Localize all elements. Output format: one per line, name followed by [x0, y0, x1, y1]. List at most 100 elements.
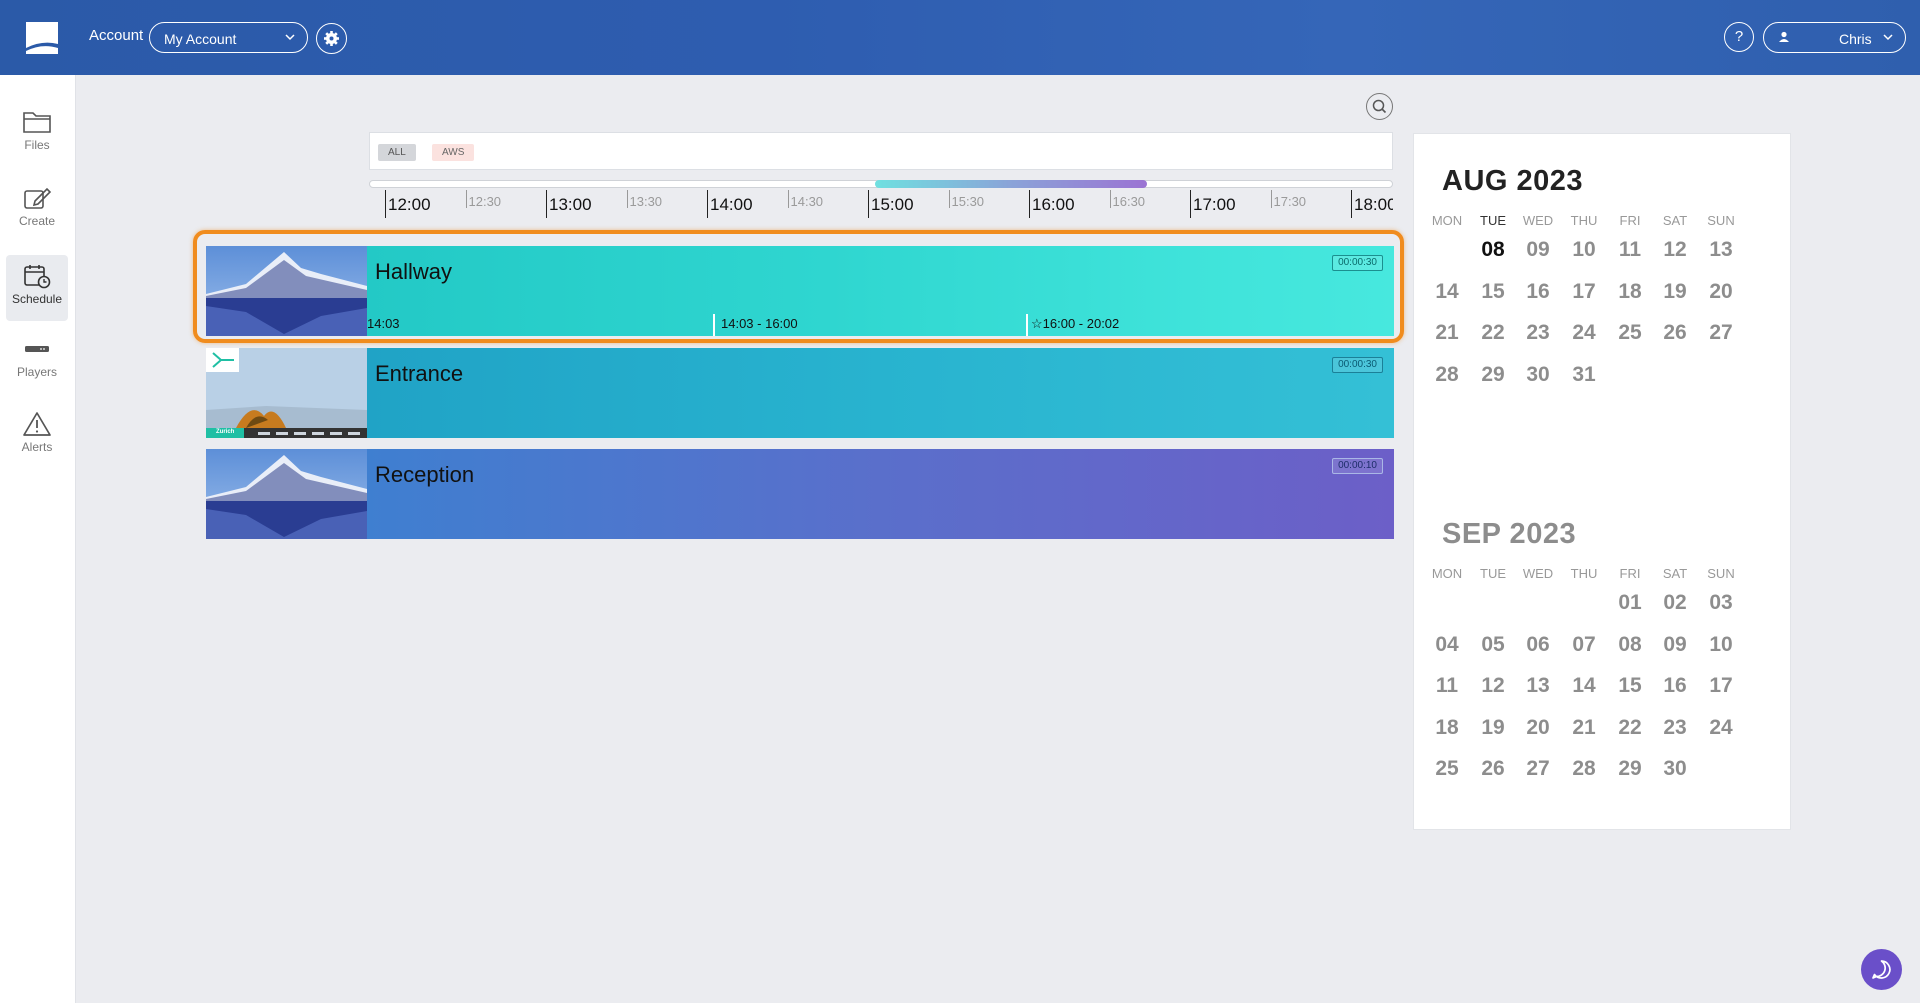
tick-line: [626, 190, 628, 208]
tick-label: 15:30: [951, 194, 985, 209]
folder-icon: [23, 112, 51, 133]
player-row-reception[interactable]: Reception 00:00:10: [206, 449, 1394, 539]
calendar-day[interactable]: 10: [1698, 633, 1744, 657]
calendar-day[interactable]: 04: [1424, 633, 1470, 657]
schedule-band[interactable]: [367, 449, 1394, 539]
calendar-day[interactable]: 16: [1652, 674, 1698, 698]
calendar-day[interactable]: 15: [1470, 280, 1516, 304]
calendar-day[interactable]: 12: [1652, 238, 1698, 262]
calendar-day[interactable]: 07: [1561, 633, 1607, 657]
sidebar-item-files[interactable]: Files: [6, 101, 68, 167]
player-name: Reception: [375, 462, 475, 487]
duration-badge: 00:00:10: [1332, 458, 1383, 474]
chevron-down-icon: [1883, 34, 1893, 41]
calendar-day[interactable]: 11: [1424, 674, 1470, 698]
calendar-day[interactable]: 30: [1515, 363, 1561, 387]
calendar-day[interactable]: 02: [1652, 591, 1698, 615]
calendar-day[interactable]: 28: [1561, 757, 1607, 781]
calendar-day[interactable]: 17: [1698, 674, 1744, 698]
calendar-day[interactable]: 09: [1652, 633, 1698, 657]
calendar-day[interactable]: 05: [1470, 633, 1516, 657]
sidebar-item-label: Players: [16, 365, 57, 379]
month-title: SEP 2023: [1442, 518, 1577, 550]
calendar-day[interactable]: 03: [1698, 591, 1744, 615]
calendar-day[interactable]: 17: [1561, 280, 1607, 304]
thumbnail-caption: Zurich: [216, 429, 235, 435]
calendar-day[interactable]: 09: [1515, 238, 1561, 262]
tick-line: [948, 190, 950, 208]
tick-label: 12:30: [468, 194, 502, 209]
calendar-day[interactable]: 28: [1424, 363, 1470, 387]
calendar-panel: AUG 2023 SEP 2023 MON TUE WED THU FRI SAT SUN 0…: [1413, 133, 1791, 830]
calendar-day[interactable]: 24: [1561, 321, 1607, 345]
chat-bubble-icon: [1872, 960, 1891, 979]
help-button[interactable]: ?: [1724, 22, 1754, 52]
app-logo-icon[interactable]: [22, 18, 62, 58]
calendar-day[interactable]: 18: [1424, 716, 1470, 740]
calendar-day[interactable]: 08: [1470, 238, 1516, 262]
calendar-day[interactable]: 23: [1515, 321, 1561, 345]
calendar-day[interactable]: 25: [1424, 757, 1470, 781]
calendar-day[interactable]: 12: [1470, 674, 1516, 698]
sidebar-item-label: Files: [24, 138, 50, 152]
calendar-day[interactable]: 20: [1515, 716, 1561, 740]
sidebar: Files Create Schedule Players Alerts: [0, 75, 76, 1003]
calendar-day[interactable]: 06: [1515, 633, 1561, 657]
account-select-value: My Account: [164, 31, 237, 47]
calendar-day[interactable]: 25: [1607, 321, 1653, 345]
sidebar-item-players[interactable]: Players: [6, 328, 68, 394]
calendar-day[interactable]: 13: [1698, 238, 1744, 262]
calendar-day[interactable]: 27: [1698, 321, 1744, 345]
calendar-day[interactable]: 01: [1607, 591, 1653, 615]
sidebar-item-create[interactable]: Create: [6, 177, 68, 243]
calendar-day[interactable]: 08: [1607, 633, 1653, 657]
calendar-day[interactable]: 13: [1515, 674, 1561, 698]
user-menu[interactable]: Chris: [1763, 22, 1906, 53]
player-device-icon: [25, 346, 49, 352]
tick-label: 16:00: [1032, 195, 1075, 214]
calendar-clock-icon: [24, 265, 51, 289]
calendar-day[interactable]: 26: [1652, 321, 1698, 345]
account-select[interactable]: My Account: [149, 22, 308, 53]
calendar-day[interactable]: 29: [1470, 363, 1516, 387]
calendar-day[interactable]: 14: [1424, 280, 1470, 304]
calendar-day[interactable]: 24: [1698, 716, 1744, 740]
chat-button[interactable]: [1861, 949, 1902, 990]
calendar-day[interactable]: 14: [1561, 674, 1607, 698]
calendar-day[interactable]: 21: [1561, 716, 1607, 740]
zoom-button[interactable]: [1366, 93, 1393, 120]
calendar-day[interactable]: 10: [1561, 238, 1607, 262]
sidebar-item-schedule[interactable]: Schedule: [6, 255, 68, 321]
calendar-day[interactable]: 23: [1652, 716, 1698, 740]
calendar-day[interactable]: 19: [1470, 716, 1516, 740]
tick-label: 17:00: [1193, 195, 1236, 214]
tick-line: [1190, 190, 1191, 218]
calendar-day[interactable]: 18: [1607, 280, 1653, 304]
calendar-day[interactable]: 22: [1607, 716, 1653, 740]
calendar-day[interactable]: 21: [1424, 321, 1470, 345]
tick-label: 18:00: [1354, 195, 1393, 214]
calendar-day[interactable]: 11: [1607, 238, 1653, 262]
calendar-day[interactable]: 31: [1561, 363, 1607, 387]
calendar-day[interactable]: 15: [1607, 674, 1653, 698]
settings-button[interactable]: [316, 23, 347, 54]
warning-icon: [23, 412, 51, 436]
calendar-day[interactable]: 29: [1607, 757, 1653, 781]
filter-chip-all[interactable]: ALL: [378, 144, 416, 161]
player-row-entrance[interactable]: Zurich Entrance 00:00:30: [206, 348, 1394, 438]
calendar-day[interactable]: 27: [1515, 757, 1561, 781]
calendar-day[interactable]: 16: [1515, 280, 1561, 304]
calendar-day[interactable]: 20: [1698, 280, 1744, 304]
schedule-band[interactable]: [367, 348, 1394, 438]
tick-line: [385, 190, 386, 218]
calendar-day[interactable]: 19: [1652, 280, 1698, 304]
calendar-day[interactable]: 30: [1652, 757, 1698, 781]
calendar-day[interactable]: 22: [1470, 321, 1516, 345]
calendar-day[interactable]: 26: [1470, 757, 1516, 781]
duration-badge: 00:00:30: [1332, 357, 1383, 373]
search-icon: [1372, 99, 1387, 114]
filter-chip-aws[interactable]: AWS: [432, 144, 475, 161]
tick-label: 13:30: [629, 194, 663, 209]
timeline-scroll-thumb[interactable]: [875, 180, 1147, 188]
sidebar-item-alerts[interactable]: Alerts: [6, 403, 68, 469]
